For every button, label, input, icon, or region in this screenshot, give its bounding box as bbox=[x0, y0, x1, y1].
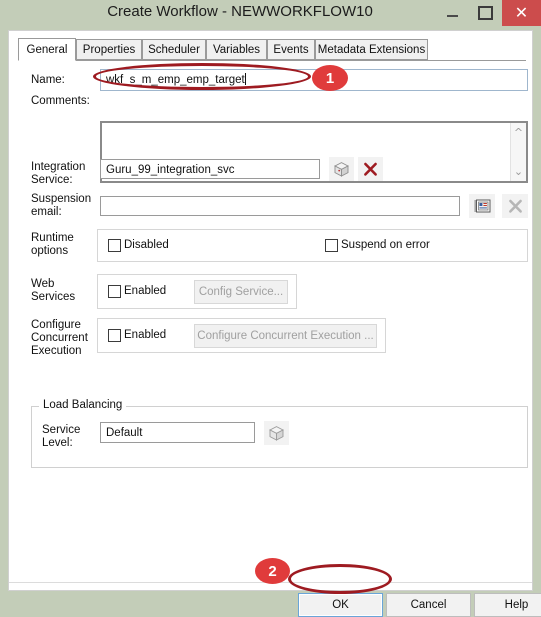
red-x-icon bbox=[364, 162, 377, 176]
comments-scrollbar[interactable]: ^ ⌄ bbox=[510, 123, 526, 181]
tab-properties-label: Properties bbox=[82, 43, 136, 56]
config-service-button[interactable]: Config Service... bbox=[194, 280, 288, 304]
create-workflow-dialog: Create Workflow - NEWWORKFLOW10 ✕ Genera… bbox=[0, 0, 541, 617]
tab-scheduler[interactable]: Scheduler bbox=[142, 39, 206, 60]
runtime-options-label: Runtime options bbox=[31, 232, 74, 257]
config-service-button-label: Config Service... bbox=[198, 286, 284, 298]
configure-concurrent-execution-button-label: Configure Concurrent Execution ... bbox=[197, 330, 374, 342]
annotation-badge-1: 1 bbox=[312, 65, 348, 91]
tab-variables[interactable]: Variables bbox=[206, 39, 267, 60]
cube-icon bbox=[334, 161, 349, 177]
runtime-suspend-on-error-checkbox[interactable] bbox=[325, 239, 338, 252]
cube-icon bbox=[269, 425, 284, 441]
window-title: Create Workflow - NEWWORKFLOW10 bbox=[107, 3, 373, 20]
service-level-label: Service Level: bbox=[42, 424, 81, 449]
scroll-up-icon[interactable]: ^ bbox=[513, 127, 524, 138]
concurrent-execution-enabled-checkbox[interactable] bbox=[108, 329, 121, 342]
maximize-button[interactable] bbox=[470, 0, 500, 26]
web-services-enabled-checkbox[interactable] bbox=[108, 285, 121, 298]
tab-strip-underline bbox=[18, 60, 526, 61]
address-book-icon bbox=[474, 199, 491, 213]
title-bar: Create Workflow - NEWWORKFLOW10 ✕ bbox=[0, 0, 541, 30]
tab-events-label: Events bbox=[273, 43, 309, 56]
load-balancing-legend: Load Balancing bbox=[39, 399, 127, 411]
scroll-down-icon[interactable]: ⌄ bbox=[513, 166, 524, 177]
cancel-button[interactable]: Cancel bbox=[386, 593, 471, 617]
integration-service-value: Guru_99_integration_svc bbox=[106, 164, 235, 176]
tab-variables-label: Variables bbox=[212, 43, 261, 56]
maximize-icon bbox=[477, 6, 493, 20]
tab-events[interactable]: Events bbox=[267, 39, 315, 60]
cancel-button-label: Cancel bbox=[410, 599, 447, 611]
runtime-disabled-label: Disabled bbox=[124, 239, 169, 251]
concurrent-execution-label: Configure Concurrent Execution bbox=[31, 319, 88, 357]
integration-service-clear-button[interactable] bbox=[358, 157, 383, 181]
tab-scheduler-label: Scheduler bbox=[148, 43, 200, 56]
integration-service-label: Integration Service: bbox=[31, 161, 86, 186]
suspension-email-addressbook-button[interactable] bbox=[469, 194, 495, 218]
name-input-value: wkf_s_m_emp_emp_target bbox=[106, 74, 245, 86]
minimize-icon bbox=[446, 15, 458, 17]
runtime-disabled-checkbox[interactable] bbox=[108, 239, 121, 252]
annotation-badge-2: 2 bbox=[255, 558, 290, 584]
tab-metadata-extensions-label: Metadata Extensions bbox=[317, 43, 426, 56]
service-level-value: Default bbox=[106, 427, 143, 439]
tab-general[interactable]: General bbox=[18, 38, 76, 61]
minimize-button[interactable] bbox=[437, 0, 467, 26]
suspension-email-label: Suspension email: bbox=[31, 193, 92, 218]
ok-button-label: OK bbox=[332, 599, 349, 611]
integration-service-browse-button[interactable] bbox=[329, 157, 354, 181]
name-label: Name: bbox=[31, 74, 65, 86]
suspension-email-clear-button[interactable] bbox=[502, 194, 528, 218]
tab-properties[interactable]: Properties bbox=[76, 39, 142, 60]
comments-label: Comments: bbox=[31, 95, 90, 107]
help-button-label: Help bbox=[504, 599, 529, 611]
web-services-label: Web Services bbox=[31, 278, 76, 303]
close-icon: ✕ bbox=[514, 3, 529, 22]
web-services-enabled-label: Enabled bbox=[124, 285, 167, 297]
tab-general-label: General bbox=[26, 43, 68, 56]
gray-x-icon bbox=[508, 199, 522, 213]
service-level-browse-button[interactable] bbox=[264, 421, 289, 445]
tab-strip: General Properties Scheduler Variables E… bbox=[18, 38, 526, 61]
integration-service-input[interactable]: Guru_99_integration_svc bbox=[100, 159, 320, 179]
suspension-email-input[interactable] bbox=[100, 196, 460, 216]
dialog-client-area: General Properties Scheduler Variables E… bbox=[8, 30, 541, 617]
concurrent-execution-enabled-label: Enabled bbox=[124, 329, 167, 341]
help-button[interactable]: Help bbox=[474, 593, 541, 617]
service-level-input[interactable]: Default bbox=[100, 422, 255, 443]
close-button[interactable]: ✕ bbox=[502, 0, 541, 26]
text-caret bbox=[244, 73, 246, 85]
runtime-suspend-on-error-label: Suspend on error bbox=[341, 239, 430, 251]
annotation-badge-1-label: 1 bbox=[325, 69, 335, 87]
tab-metadata-extensions[interactable]: Metadata Extensions bbox=[315, 39, 428, 60]
configure-concurrent-execution-button[interactable]: Configure Concurrent Execution ... bbox=[194, 324, 377, 348]
annotation-badge-2-label: 2 bbox=[268, 562, 277, 580]
ok-button[interactable]: OK bbox=[298, 593, 383, 617]
